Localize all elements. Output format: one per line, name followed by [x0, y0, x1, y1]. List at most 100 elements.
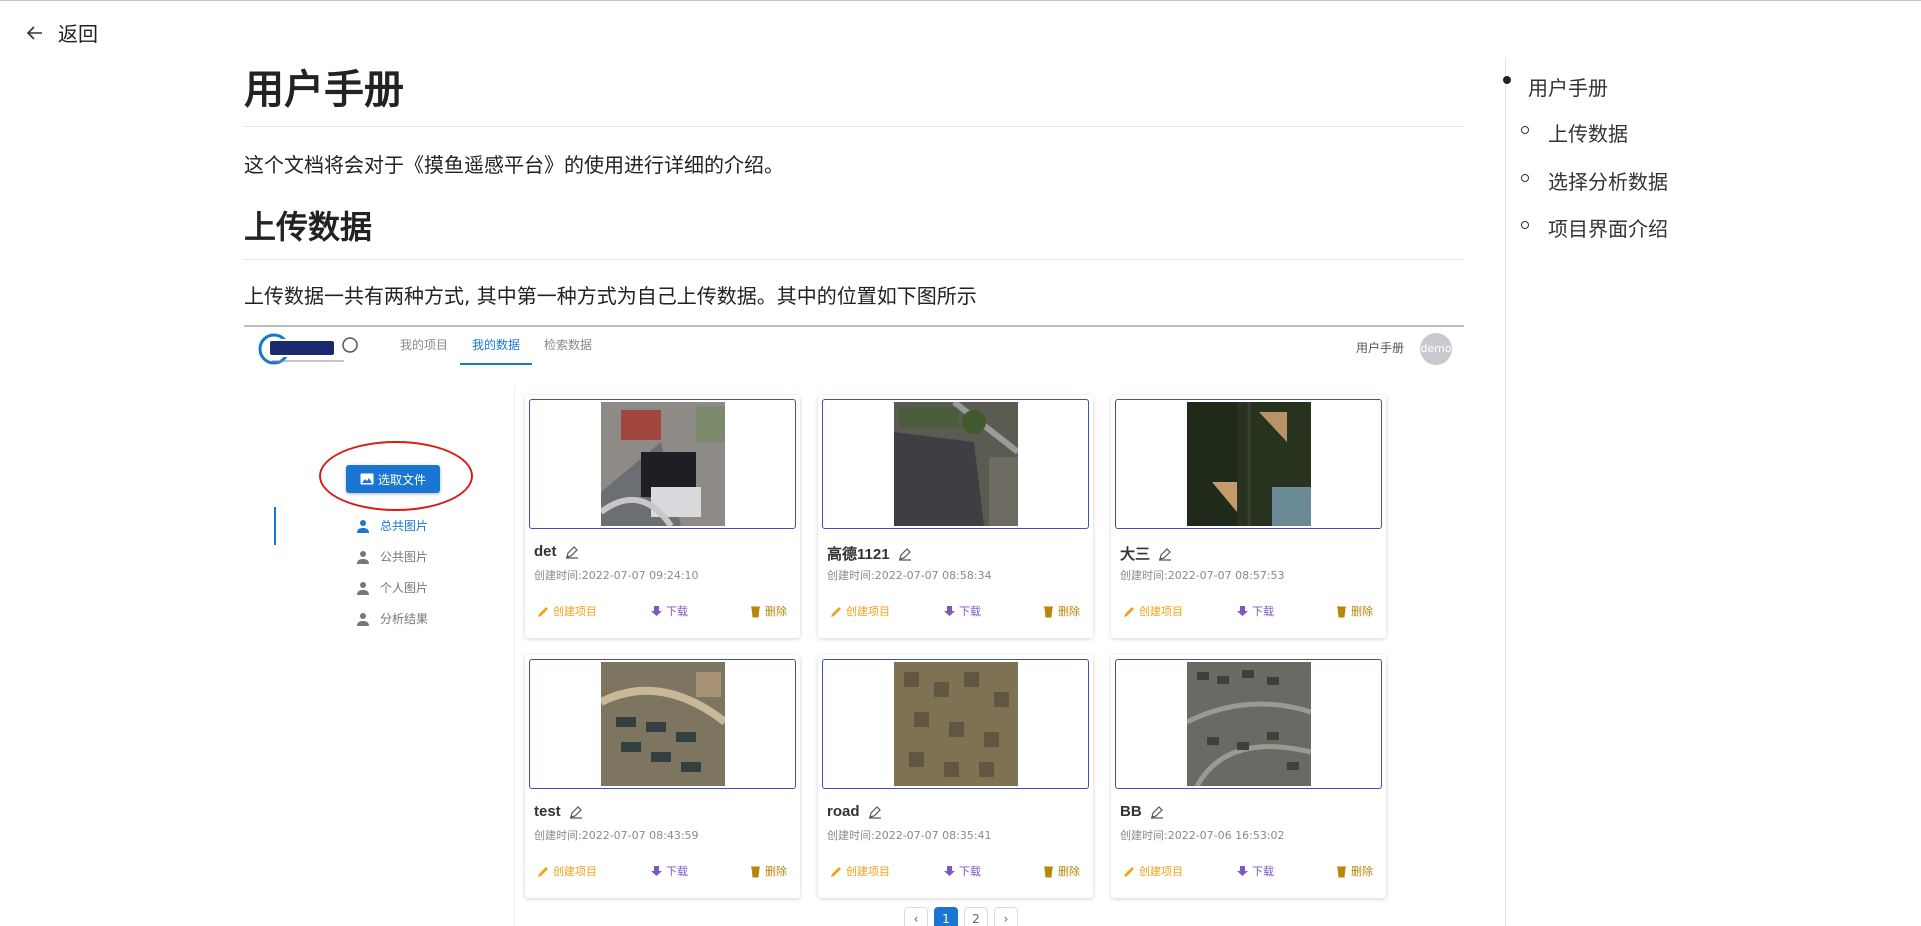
- thumbnail-frame[interactable]: [529, 399, 796, 529]
- thumbnail-frame[interactable]: [1115, 659, 1382, 789]
- delete-label: 删除: [1351, 605, 1373, 618]
- toc-item-upload-data[interactable]: 上传数据: [1548, 118, 1628, 147]
- delete-button[interactable]: 删除: [1042, 863, 1080, 879]
- edit-icon[interactable]: [569, 805, 583, 819]
- create-project-button[interactable]: 创建项目: [537, 863, 597, 879]
- download-label: 下载: [959, 605, 981, 618]
- download-button[interactable]: 下载: [650, 603, 688, 619]
- satellite-thumbnail: [601, 662, 725, 786]
- pencil-icon: [1124, 606, 1134, 617]
- delete-button[interactable]: 删除: [1042, 603, 1080, 619]
- image-card[interactable]: 大三 创建时间:2022-07-07 08:57:53 创建项目 下载 删除: [1111, 395, 1386, 638]
- page-1-button[interactable]: 1: [934, 907, 958, 926]
- next-page-button[interactable]: ›: [994, 907, 1018, 926]
- satellite-thumbnail: [894, 662, 1018, 786]
- prev-page-button[interactable]: ‹: [904, 907, 928, 926]
- create-project-button[interactable]: 创建项目: [537, 603, 597, 619]
- pencil-icon: [1124, 866, 1134, 877]
- create-project-label: 创建项目: [1139, 605, 1183, 618]
- trash-icon: [1044, 606, 1053, 617]
- card-actions: 创建项目 下载 删除: [830, 603, 1085, 621]
- trash-icon: [1044, 866, 1053, 877]
- delete-label: 删除: [1351, 865, 1373, 878]
- back-button[interactable]: 返回: [26, 18, 98, 47]
- create-project-button[interactable]: 创建项目: [1123, 603, 1183, 619]
- download-icon: [651, 605, 662, 617]
- delete-label: 删除: [1058, 865, 1080, 878]
- create-project-button[interactable]: 创建项目: [1123, 863, 1183, 879]
- app-nav: 我的项目 我的数据 检索数据: [388, 327, 604, 365]
- satellite-thumbnail: [601, 402, 725, 526]
- delete-button[interactable]: 删除: [1335, 863, 1373, 879]
- page-2-button[interactable]: 2: [964, 907, 988, 926]
- edit-icon[interactable]: [898, 547, 912, 561]
- create-project-button[interactable]: 创建项目: [830, 863, 890, 879]
- image-card[interactable]: road 创建时间:2022-07-07 08:35:41 创建项目 下载 删除: [818, 655, 1093, 898]
- nav-my-projects[interactable]: 我的项目: [388, 327, 460, 365]
- image-card[interactable]: BB 创建时间:2022-07-06 16:53:02 创建项目 下载 删除: [1111, 655, 1386, 898]
- avatar[interactable]: demo: [1420, 333, 1452, 365]
- sidebar-item-label: 分析结果: [380, 612, 429, 626]
- toc-item-select-analysis-data[interactable]: 选择分析数据: [1548, 166, 1668, 195]
- nav-search-data[interactable]: 检索数据: [532, 327, 604, 365]
- create-project-label: 创建项目: [846, 865, 890, 878]
- person-icon: [357, 519, 369, 533]
- sidebar-item-all-images[interactable]: 总共图片: [356, 517, 428, 534]
- sidebar-active-indicator: [274, 507, 276, 545]
- download-button[interactable]: 下载: [943, 603, 981, 619]
- card-created-time: 创建时间:2022-07-07 09:24:10: [534, 569, 699, 582]
- card-created-time: 创建时间:2022-07-07 08:35:41: [827, 829, 992, 842]
- download-button[interactable]: 下载: [1236, 863, 1274, 879]
- sidebar-item-label: 公共图片: [380, 550, 429, 564]
- edit-icon[interactable]: [868, 805, 882, 819]
- trash-icon: [751, 606, 760, 617]
- create-project-button[interactable]: 创建项目: [830, 603, 890, 619]
- image-card[interactable]: 高德1121 创建时间:2022-07-07 08:58:34 创建项目 下载 …: [818, 395, 1093, 638]
- sidebar-item-public-images[interactable]: 公共图片: [356, 548, 428, 565]
- intro-paragraph: 这个文档将会对于《摸鱼遥感平台》的使用进行详细的介绍。: [244, 153, 784, 177]
- download-button[interactable]: 下载: [1236, 603, 1274, 619]
- card-created-time: 创建时间:2022-07-07 08:57:53: [1120, 569, 1285, 582]
- download-icon: [651, 865, 662, 877]
- pick-file-label: 选取文件: [377, 472, 426, 487]
- download-button[interactable]: 下载: [650, 863, 688, 879]
- thumbnail-frame[interactable]: [1115, 399, 1382, 529]
- content-divider: [514, 385, 515, 926]
- delete-label: 删除: [1058, 605, 1080, 618]
- delete-button[interactable]: 删除: [749, 603, 787, 619]
- delete-button[interactable]: 删除: [1335, 603, 1373, 619]
- thumbnail-frame[interactable]: [822, 399, 1089, 529]
- toc-item-user-manual[interactable]: 用户手册: [1528, 72, 1608, 101]
- help-link[interactable]: 用户手册: [1356, 339, 1404, 356]
- create-project-label: 创建项目: [553, 865, 597, 878]
- edit-icon[interactable]: [1158, 547, 1172, 561]
- card-title: test: [534, 803, 583, 820]
- toc-item-project-interface[interactable]: 项目界面介绍: [1548, 213, 1668, 242]
- delete-button[interactable]: 删除: [749, 863, 787, 879]
- image-card[interactable]: det 创建时间:2022-07-07 09:24:10 创建项目 下载 删除: [525, 395, 800, 638]
- card-name: BB: [1120, 803, 1142, 820]
- delete-label: 删除: [765, 605, 787, 618]
- edit-icon[interactable]: [565, 545, 579, 559]
- pencil-icon: [831, 606, 841, 617]
- download-icon: [1237, 865, 1248, 877]
- thumbnail-frame[interactable]: [822, 659, 1089, 789]
- thumbnail-frame[interactable]: [529, 659, 796, 789]
- trash-icon: [1337, 606, 1346, 617]
- card-created-time: 创建时间:2022-07-07 08:43:59: [534, 829, 699, 842]
- card-name: test: [534, 803, 561, 820]
- edit-icon[interactable]: [1150, 805, 1164, 819]
- embedded-screenshot: 我的项目 我的数据 检索数据 用户手册 demo 选取文件 总共图片 公共图片 …: [244, 325, 1464, 926]
- person-icon: [357, 550, 369, 564]
- trash-icon: [751, 866, 760, 877]
- pencil-icon: [538, 866, 548, 877]
- arrow-left-icon: [26, 25, 42, 40]
- download-button[interactable]: 下载: [943, 863, 981, 879]
- sidebar-item-personal-images[interactable]: 个人图片: [356, 579, 428, 596]
- sidebar-item-analysis-results[interactable]: 分析结果: [356, 610, 428, 627]
- image-icon: [360, 473, 374, 485]
- image-card[interactable]: test 创建时间:2022-07-07 08:43:59 创建项目 下载 删除: [525, 655, 800, 898]
- nav-my-data[interactable]: 我的数据: [460, 327, 533, 365]
- toc-bullet-hollow: [1521, 126, 1529, 134]
- pick-file-button[interactable]: 选取文件: [346, 465, 440, 493]
